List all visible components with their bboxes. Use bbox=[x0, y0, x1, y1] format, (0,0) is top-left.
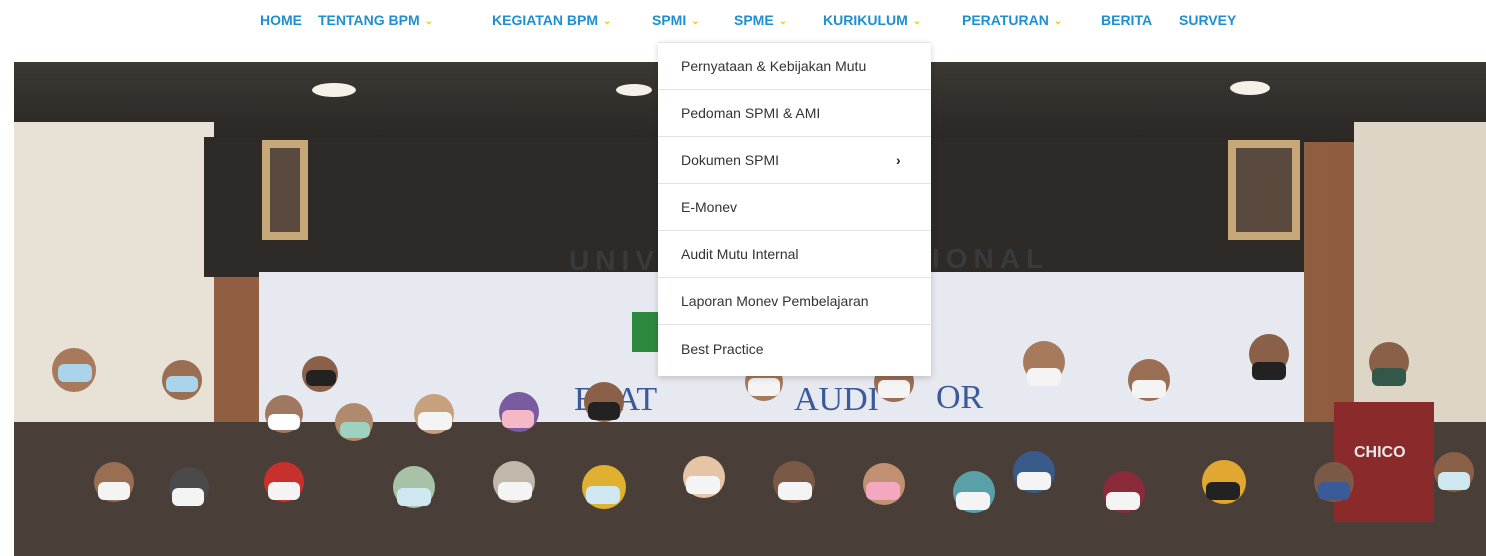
nav-kurikulum[interactable]: KURIKULUM ⌄ bbox=[823, 11, 921, 29]
chevron-down-icon: ⌄ bbox=[691, 15, 700, 27]
nav-kurikulum-label: KURIKULUM bbox=[823, 12, 908, 28]
chevron-down-icon: ⌄ bbox=[603, 15, 612, 27]
menu-item-audit-mutu-internal[interactable]: Audit Mutu Internal bbox=[658, 231, 931, 278]
chevron-down-icon: ⌄ bbox=[1053, 15, 1063, 27]
right-panel bbox=[1354, 122, 1486, 442]
chevron-right-icon: › bbox=[896, 152, 901, 168]
banner-title-left: UNIV bbox=[569, 245, 660, 276]
nav-spme[interactable]: SPME ⌄ bbox=[734, 11, 787, 29]
menu-item-label: Pedoman SPMI & AMI bbox=[681, 105, 821, 121]
chevron-down-icon: ⌄ bbox=[912, 15, 922, 27]
sweater-text: CHICO bbox=[1354, 444, 1406, 461]
chevron-down-icon: ⌄ bbox=[424, 15, 434, 27]
menu-item-pedoman-spmi-ami[interactable]: Pedoman SPMI & AMI bbox=[658, 90, 931, 137]
portrait-image bbox=[270, 148, 300, 232]
ceiling-light bbox=[312, 83, 356, 97]
menu-item-label: Dokumen SPMI bbox=[681, 152, 780, 168]
crowd-base bbox=[14, 422, 1486, 556]
nav-survey[interactable]: SURVEY bbox=[1179, 11, 1236, 29]
menu-item-dokumen-spmi[interactable]: Dokumen SPMI › bbox=[658, 137, 931, 184]
nav-peraturan-label: PERATURAN bbox=[962, 12, 1049, 28]
nav-berita-label: BERITA bbox=[1101, 12, 1153, 28]
menu-item-laporan-monev-pembelajaran[interactable]: Laporan Monev Pembelajaran bbox=[658, 278, 931, 325]
chevron-down-icon: ⌄ bbox=[778, 15, 788, 27]
ceiling-light bbox=[1230, 81, 1270, 95]
nav-home-label: HOME bbox=[260, 12, 302, 28]
nav-kegiatan-bpm[interactable]: KEGIATAN BPM ⌄ bbox=[492, 11, 611, 29]
nav-survey-label: SURVEY bbox=[1179, 12, 1237, 28]
menu-item-label: Best Practice bbox=[681, 340, 764, 357]
banner-logo bbox=[632, 312, 660, 352]
nav-spmi[interactable]: SPMI ⌄ bbox=[652, 11, 700, 29]
nav-peraturan[interactable]: PERATURAN ⌄ bbox=[962, 11, 1062, 29]
menu-item-label: E-Monev bbox=[681, 199, 738, 215]
nav-tentang-bpm-label: TENTANG BPM bbox=[318, 12, 420, 28]
menu-item-label: Laporan Monev Pembelajaran bbox=[681, 293, 869, 309]
menu-item-label: Audit Mutu Internal bbox=[681, 246, 799, 262]
menu-item-label: Pernyataan & Kebijakan Mutu bbox=[681, 58, 867, 74]
main-nav: HOME TENTANG BPM ⌄ KEGIATAN BPM ⌄ SPMI ⌄… bbox=[0, 0, 1486, 40]
nav-kegiatan-bpm-label: KEGIATAN BPM bbox=[492, 12, 599, 28]
banner-title-right: IONAL bbox=[932, 243, 1049, 274]
banner-subtitle-right: OR bbox=[936, 379, 984, 416]
menu-item-best-practice[interactable]: Best Practice bbox=[658, 325, 931, 372]
spmi-dropdown-menu: Pernyataan & Kebijakan Mutu Pedoman SPMI… bbox=[658, 42, 931, 376]
nav-home[interactable]: HOME bbox=[260, 11, 302, 29]
nav-tentang-bpm[interactable]: TENTANG BPM ⌄ bbox=[318, 11, 433, 29]
menu-item-pernyataan-kebijakan-mutu[interactable]: Pernyataan & Kebijakan Mutu bbox=[658, 43, 931, 90]
nav-spmi-label: SPMI bbox=[652, 12, 687, 28]
menu-item-e-monev[interactable]: E-Monev bbox=[658, 184, 931, 231]
nav-berita[interactable]: BERITA bbox=[1101, 11, 1152, 29]
nav-spme-label: SPME bbox=[734, 12, 774, 28]
portrait-image bbox=[1236, 148, 1292, 232]
ceiling-light bbox=[616, 84, 652, 96]
banner-subtitle-mid: AUDI bbox=[794, 381, 879, 418]
